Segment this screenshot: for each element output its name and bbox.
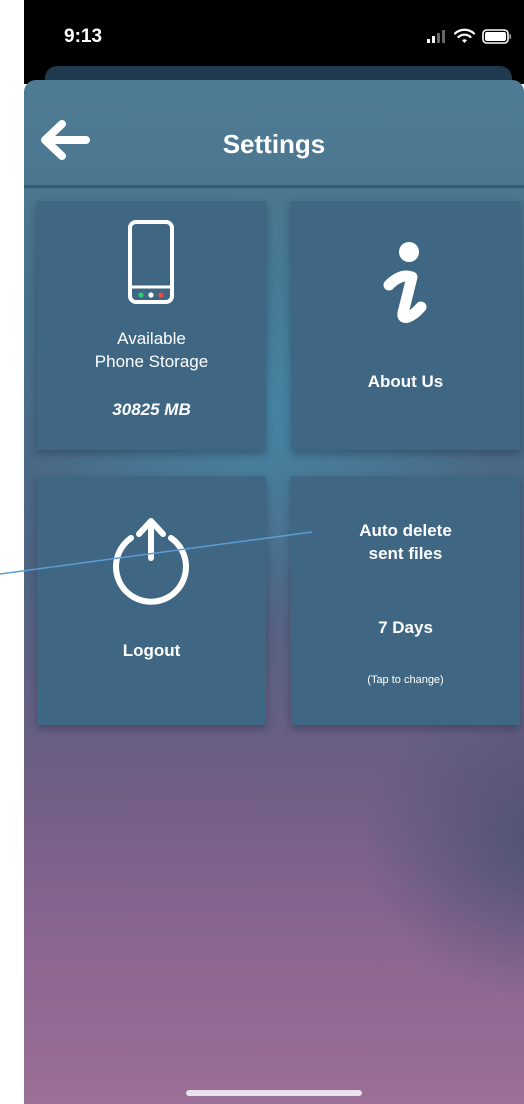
phone-storage-label-line2: Phone Storage	[94, 352, 209, 371]
header-bar: Settings	[24, 80, 524, 188]
about-us-tile[interactable]: About Us	[291, 201, 520, 450]
settings-screen: Settings Available Phone Storage 30825 M…	[24, 80, 524, 1104]
auto-delete-label-line1: Auto delete	[359, 521, 452, 540]
phone-storage-tile[interactable]: Available Phone Storage 30825 MB	[37, 201, 266, 450]
info-icon	[383, 242, 427, 323]
page-title: Settings	[222, 129, 326, 159]
phone-storage-value: 30825 MB	[112, 400, 191, 419]
wifi-icon	[454, 28, 475, 43]
phone-storage-label-line1: Available	[117, 329, 186, 348]
power-icon	[113, 518, 189, 605]
home-indicator	[186, 1090, 362, 1096]
auto-delete-label-line2: sent files	[368, 544, 443, 563]
auto-delete-value: 7 Days	[378, 618, 433, 637]
cellular-signal-icon	[427, 30, 445, 43]
logout-tile[interactable]: Logout	[37, 476, 266, 725]
smartphone-icon	[128, 220, 174, 304]
status-time: 9:13	[64, 26, 103, 47]
about-us-label: About Us	[367, 372, 444, 391]
logout-label: Logout	[122, 641, 181, 660]
battery-icon	[482, 28, 512, 44]
auto-delete-hint: (Tap to change)	[367, 674, 444, 686]
auto-delete-tile[interactable]: Auto delete sent files 7 Days (Tap to ch…	[291, 476, 520, 725]
status-icons	[427, 28, 512, 44]
